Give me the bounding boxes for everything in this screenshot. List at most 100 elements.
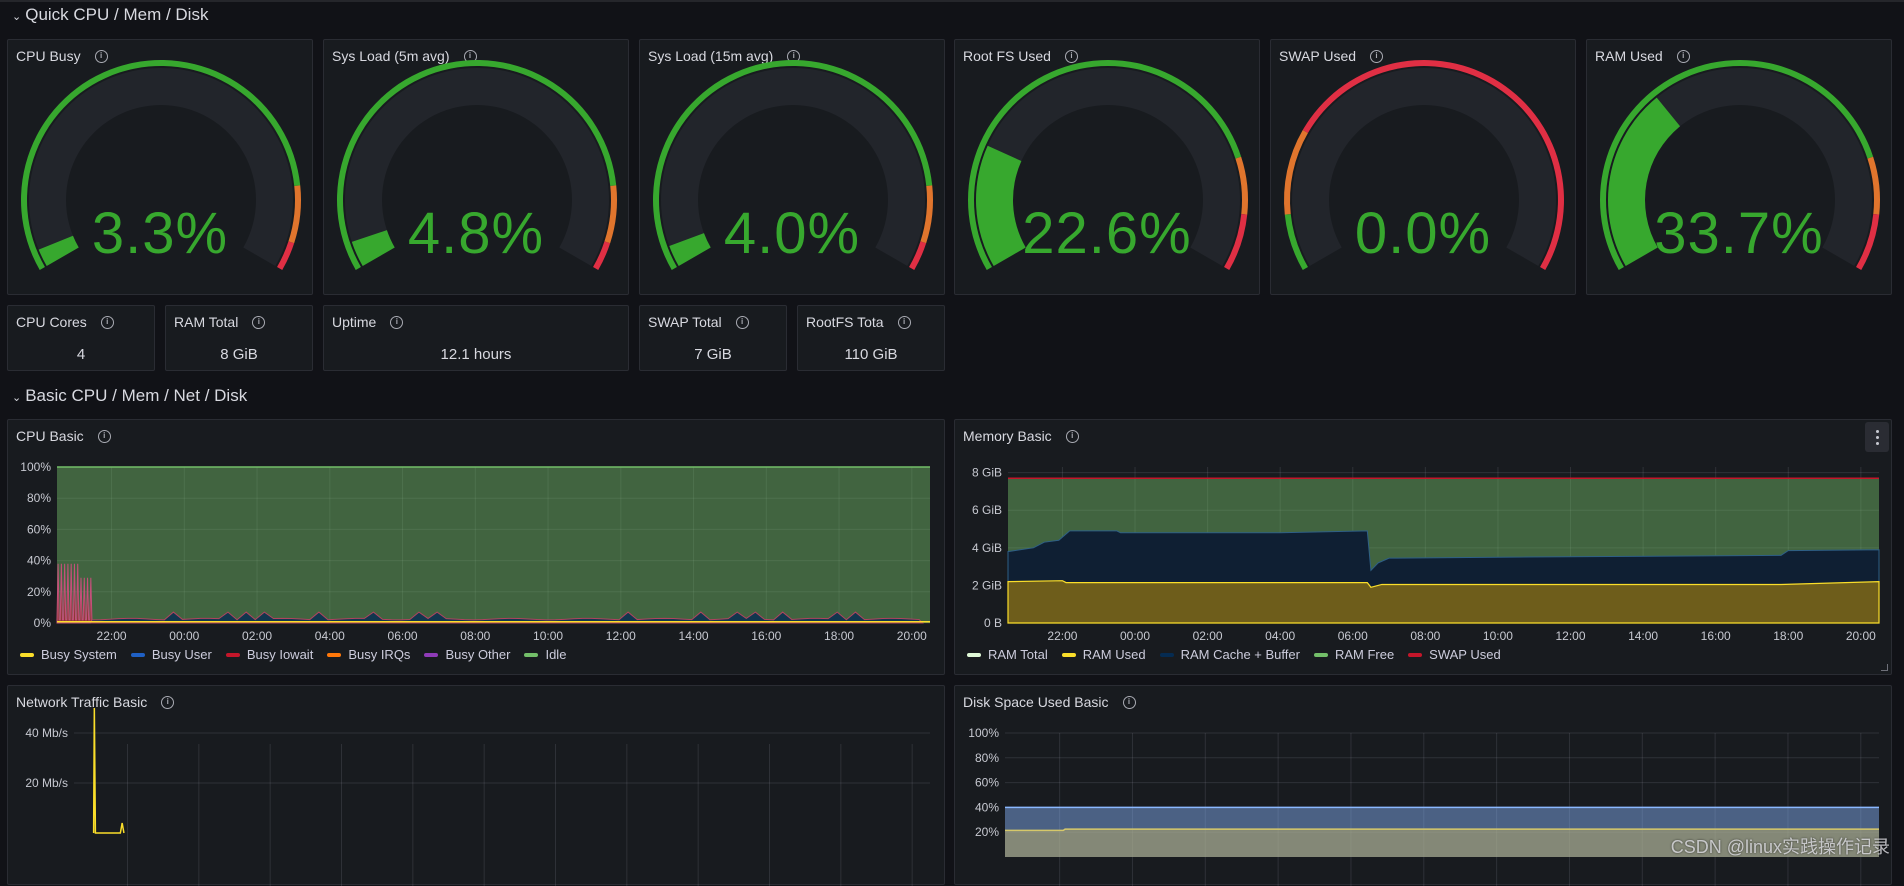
stat-panel[interactable]: SWAP Total i 7 GiB: [639, 305, 787, 371]
panel-cpu-basic[interactable]: CPU Basic i 22:00 00:00 02:00 04:00 06:00 08:…: [7, 419, 945, 675]
gauge-value: 3.3%: [91, 201, 229, 266]
legend-label: Busy System: [41, 647, 117, 662]
legend-item[interactable]: RAM Cache + Buffer: [1159, 647, 1300, 662]
gauge-panel[interactable]: Root FS Used i 22.6%: [954, 39, 1260, 295]
x-tick-label: 00:00: [1120, 629, 1150, 643]
stat-panel[interactable]: RAM Total i 8 GiB: [165, 305, 313, 371]
legend-swatch-icon: [130, 652, 145, 657]
y-tick-label: 100%: [20, 460, 51, 474]
gauge-panel[interactable]: Sys Load (5m avg) i 4.8%: [323, 39, 629, 295]
legend-item[interactable]: Busy Other: [424, 647, 510, 662]
panel-header: RAM Total i: [174, 314, 266, 330]
legend-swatch-icon: [967, 652, 981, 657]
panel-header: Uptime i: [332, 314, 404, 330]
chart-legend: RAM Total RAM Used RAM Cache + Buffer RAM F…: [967, 647, 1501, 662]
legend-item[interactable]: Busy User: [130, 647, 212, 662]
stat-panel[interactable]: CPU Cores i 4: [7, 305, 155, 371]
y-tick-label: 100%: [968, 726, 999, 740]
legend-item[interactable]: RAM Used: [1061, 647, 1146, 662]
panel-network-basic[interactable]: Network Traffic Basic i 20 Mb/s 40 Mb/s: [7, 685, 945, 886]
x-tick-label: 08:00: [460, 629, 490, 643]
stat-panel[interactable]: RootFS Tota i 110 GiB: [797, 305, 945, 371]
memory-basic-chart: 22:00 00:00 02:00 04:00 06:00 08:00 10:00 12:00…: [972, 466, 1880, 643]
legend-item[interactable]: RAM Total: [967, 647, 1048, 662]
y-tick-label: 4 GiB: [972, 541, 1002, 555]
series-line-network: [92, 707, 125, 834]
stat-value: 4: [76, 346, 86, 363]
info-icon[interactable]: i: [390, 315, 404, 329]
legend-item[interactable]: Idle: [524, 647, 566, 662]
top-border: [0, 0, 1904, 2]
x-tick-label: 06:00: [1338, 629, 1368, 643]
y-tick-label: 0%: [34, 616, 52, 630]
x-tick-label: 08:00: [1410, 629, 1440, 643]
legend-item[interactable]: SWAP Used: [1408, 647, 1501, 662]
legend-label: SWAP Used: [1429, 647, 1501, 662]
x-tick-label: 04:00: [1265, 629, 1295, 643]
x-tick-label: 20:00: [897, 629, 927, 643]
y-tick-label: 40 Mb/s: [25, 726, 68, 740]
x-tick-label: 12:00: [606, 629, 636, 643]
info-icon[interactable]: i: [897, 315, 911, 329]
x-tick-label: 12:00: [1556, 629, 1586, 643]
legend-swatch-icon: [1159, 652, 1174, 657]
legend-label: Busy IRQs: [348, 647, 411, 662]
panel-title: RootFS Tota: [806, 314, 884, 330]
legend-swatch-icon: [424, 652, 439, 657]
y-tick-label: 6 GiB: [972, 503, 1002, 517]
stat-value: 110 GiB: [844, 346, 898, 363]
row-title: Basic CPU / Mem / Net / Disk: [25, 386, 248, 405]
cpu-basic-chart: 22:00 00:00 02:00 04:00 06:00 08:00 10:00 12:00…: [20, 460, 930, 643]
legend-swatch-icon: [1313, 652, 1328, 657]
x-tick-label: 14:00: [679, 629, 709, 643]
legend-swatch-icon: [20, 652, 34, 657]
info-icon[interactable]: i: [252, 315, 266, 329]
panel-title: RAM Total: [174, 314, 239, 330]
stat-value: 7 GiB: [694, 346, 732, 363]
x-tick-label: 10:00: [533, 629, 563, 643]
legend-swatch-icon: [1408, 652, 1423, 657]
chevron-down-icon: ⌄: [12, 391, 22, 404]
legend-label: Busy User: [151, 647, 212, 662]
x-tick-label: 14:00: [1628, 629, 1658, 643]
legend-item[interactable]: Busy System: [20, 647, 117, 662]
row-header-basic[interactable]: ⌄ Basic CPU / Mem / Net / Disk: [12, 386, 247, 406]
y-tick-label: 20 Mb/s: [25, 776, 68, 790]
gauge-value: 0.0%: [1354, 201, 1492, 266]
legend-label: Busy Other: [445, 647, 511, 662]
series-area-idle: [57, 467, 930, 623]
gauge-value: 4.8%: [407, 201, 545, 266]
info-icon[interactable]: i: [100, 315, 114, 329]
legend-label: RAM Free: [1334, 647, 1395, 662]
legend-label: RAM Total: [988, 647, 1048, 662]
legend-label: Idle: [545, 647, 567, 662]
gauge-panel[interactable]: SWAP Used i 0.0%: [1270, 39, 1576, 295]
legend-swatch-icon: [225, 652, 240, 657]
legend-item[interactable]: Busy IRQs: [327, 647, 410, 662]
legend-label: RAM Cache + Buffer: [1180, 647, 1300, 662]
resize-handle[interactable]: [1881, 664, 1888, 671]
row-header-quick[interactable]: ⌄ Quick CPU / Mem / Disk: [12, 5, 208, 25]
y-tick-label: 60%: [27, 522, 51, 536]
panel-header: SWAP Total i: [648, 314, 749, 330]
legend-item[interactable]: RAM Free: [1313, 647, 1395, 662]
gauge-panel[interactable]: Sys Load (15m avg) i 4.0%: [639, 39, 945, 295]
x-tick-label: 20:00: [1846, 629, 1876, 643]
panel-header: CPU Cores i: [16, 314, 114, 330]
x-tick-label: 22:00: [97, 629, 127, 643]
panel-memory-basic[interactable]: Memory Basic i 22:00 00:00 02:00 04:00 06:00…: [954, 419, 1892, 675]
info-icon[interactable]: i: [735, 315, 749, 329]
y-tick-label: 80%: [27, 491, 51, 505]
gauge-value: 22.6%: [1022, 201, 1192, 266]
gauge-panel[interactable]: RAM Used i 33.7%: [1586, 39, 1892, 295]
gauge-panel[interactable]: CPU Busy i 3.3%: [7, 39, 313, 295]
x-tick-label: 16:00: [1701, 629, 1731, 643]
stat-panel[interactable]: Uptime i 12.1 hours: [323, 305, 629, 371]
stat-value: 8 GiB: [220, 346, 258, 363]
panel-title: Uptime: [332, 314, 377, 330]
y-tick-label: 2 GiB: [972, 578, 1002, 592]
x-tick-label: 00:00: [169, 629, 199, 643]
x-tick-label: 18:00: [1773, 629, 1803, 643]
legend-item[interactable]: Busy Iowait: [225, 647, 313, 662]
chevron-down-icon: ⌄: [12, 10, 22, 23]
